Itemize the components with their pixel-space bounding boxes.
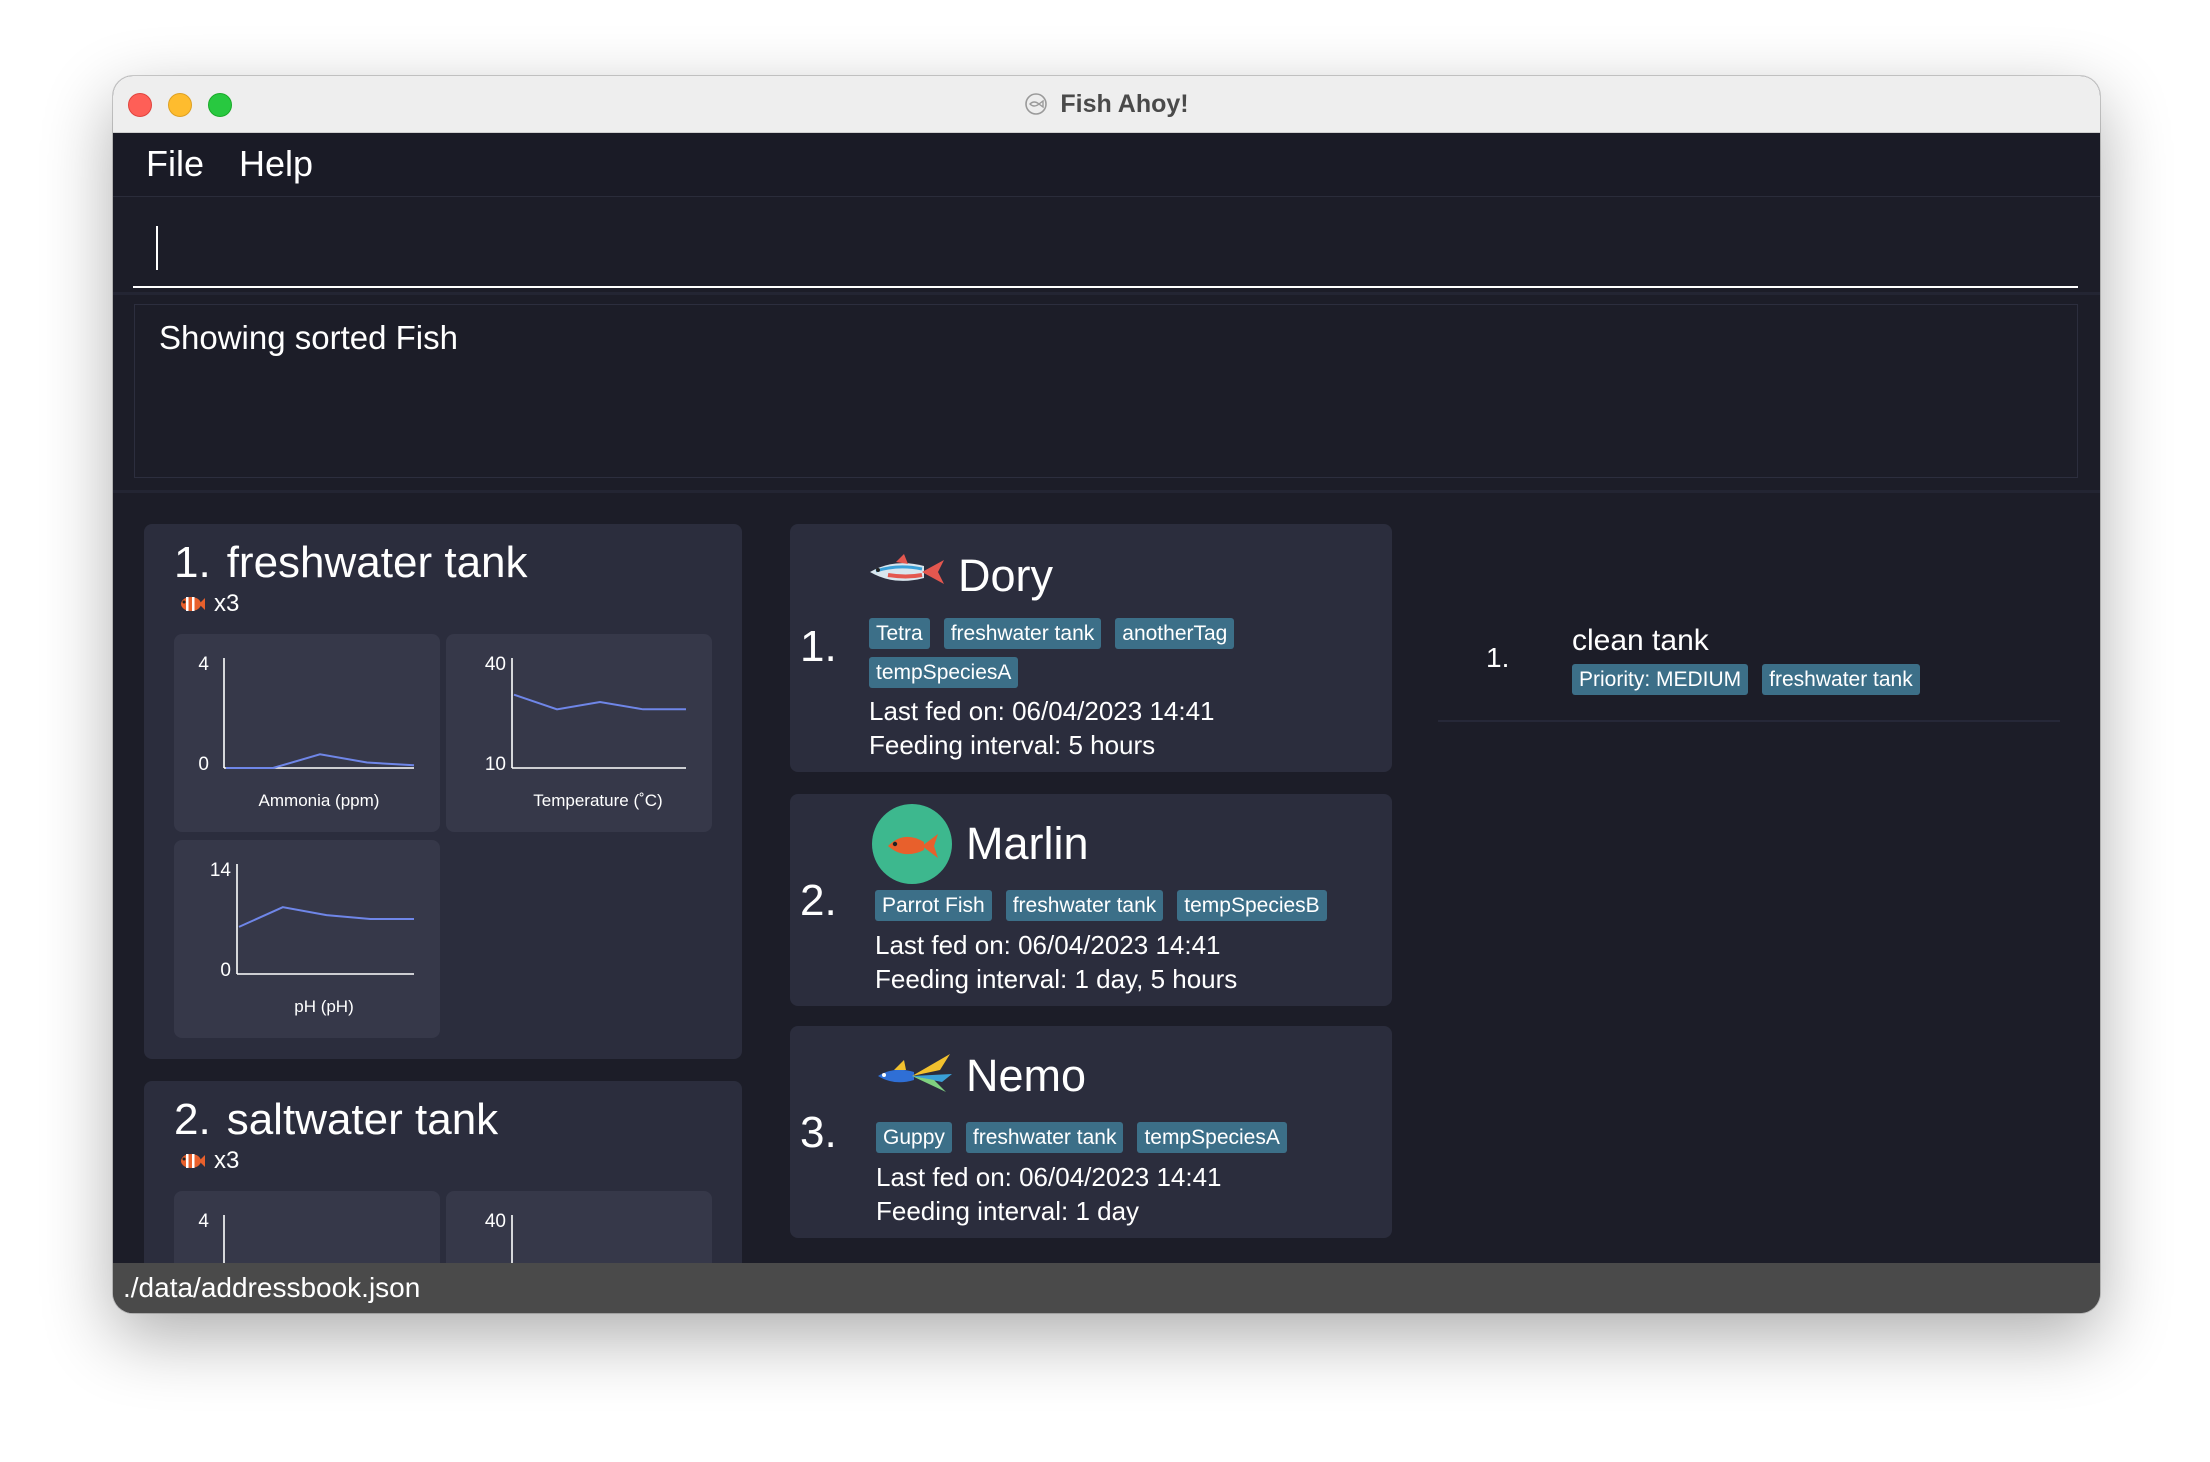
task-index: 1. <box>1486 642 1510 673</box>
app-window: Fish Ahoy! File Help Showing sorted Fish… <box>113 76 2100 1313</box>
data-file-path: ./data/addressbook.json <box>123 1272 421 1303</box>
tank-index: 1. <box>174 538 211 587</box>
tetra-fish-icon <box>870 554 944 584</box>
fish-card[interactable]: 3. Nemo Guppy freshwater tank tempSpecie… <box>790 1026 1392 1238</box>
temperature-chart: 40 10 Temperature (˚C) <box>446 634 712 832</box>
menu-file[interactable]: File <box>146 141 204 187</box>
tank-card[interactable]: 1. freshwater tank x3 4 0 Ammonia (ppm) … <box>144 524 742 1059</box>
command-box[interactable] <box>133 214 2078 288</box>
window-title-text: Fish Ahoy! <box>1060 89 1189 118</box>
task-tags: Priority: MEDIUM freshwater tank <box>1572 664 1920 695</box>
fish-name: Marlin <box>966 818 1089 869</box>
ammonia-chart: 4 0 Ammonia (ppm) <box>174 634 440 832</box>
temperature-chart-svg: 40 10 Temperature (˚C) <box>485 654 686 810</box>
guppy-fish-icon <box>878 1054 952 1092</box>
task-list-panel[interactable]: 1. clean tank Priority: MEDIUM freshwate… <box>1438 524 2078 1313</box>
fish-last-fed: Last fed on: 06/04/2023 14:41 <box>869 696 1215 726</box>
tank-title: 2. saltwater tank <box>174 1095 498 1145</box>
app-fish-icon <box>1025 93 1048 115</box>
chart-label: Temperature (˚C) <box>533 791 662 810</box>
y-max-tick: 40 <box>485 1211 506 1232</box>
fish-name: Dory <box>958 550 1054 601</box>
ph-chart-svg: 14 0 pH (pH) <box>210 860 414 1016</box>
menu-help[interactable]: Help <box>239 141 313 187</box>
fish-card[interactable]: 2. Marlin Parrot Fish freshwater tank te… <box>790 794 1392 1006</box>
tank-count-text: x3 <box>214 590 240 617</box>
title-bar: Fish Ahoy! <box>113 76 2100 133</box>
y-max-tick: 4 <box>198 654 209 675</box>
tank-name: saltwater tank <box>226 1095 499 1144</box>
y-min-tick: 0 <box>220 960 231 981</box>
fish-tags: Parrot Fish freshwater tank tempSpeciesB <box>875 890 1375 921</box>
y-max-tick: 40 <box>485 654 506 675</box>
tank-count-text: x3 <box>214 1147 240 1174</box>
fish-feeding-interval: Feeding interval: 1 day <box>876 1196 1140 1226</box>
y-min-tick: 0 <box>198 754 209 775</box>
fish-last-fed: Last fed on: 06/04/2023 14:41 <box>875 930 1221 960</box>
fish-tag: tempSpeciesA <box>1137 1122 1287 1153</box>
tank-fish-count: x3 <box>178 590 239 618</box>
tank-index: 2. <box>174 1095 211 1144</box>
fish-feeding-interval: Feeding interval: 1 day, 5 hours <box>875 964 1238 994</box>
tank-fish-count: x3 <box>178 1147 239 1175</box>
fish-tag: freshwater tank <box>1005 890 1164 921</box>
y-max-tick: 14 <box>210 860 232 881</box>
fish-tags: Tetra freshwater tank anotherTag tempSpe… <box>869 618 1369 688</box>
fish-tags: Guppy freshwater tank tempSpeciesA <box>876 1122 1376 1153</box>
fish-last-fed: Last fed on: 06/04/2023 14:41 <box>876 1162 1222 1192</box>
divider <box>113 292 2100 295</box>
fish-name: Nemo <box>966 1050 1087 1101</box>
fish-tag: freshwater tank <box>965 1122 1124 1153</box>
y-min-tick: 10 <box>485 754 506 775</box>
fish-tag: freshwater tank <box>943 618 1102 649</box>
fish-card[interactable]: 1. Dory Tetra freshwater tank anotherTag… <box>790 524 1392 772</box>
result-display: Showing sorted Fish <box>134 304 2078 478</box>
ph-series-line <box>238 906 414 928</box>
clownfish-icon <box>181 1154 205 1168</box>
y-max-tick: 4 <box>198 1211 209 1232</box>
fish-feeding-interval: Feeding interval: 5 hours <box>869 730 1156 760</box>
chart-label: Ammonia (ppm) <box>259 791 380 810</box>
fish-tag: tempSpeciesB <box>1177 890 1327 921</box>
fish-tag: tempSpeciesA <box>869 657 1019 688</box>
fish-tag: Tetra <box>869 618 930 649</box>
menu-bar: File Help <box>113 133 2100 197</box>
task-tank-tag: freshwater tank <box>1762 664 1920 695</box>
window-title: Fish Ahoy! <box>113 76 2100 132</box>
parrot-fish-icon <box>872 804 952 884</box>
chart-label: pH (pH) <box>294 997 354 1016</box>
text-caret <box>156 226 158 270</box>
tank-name: freshwater tank <box>226 538 528 587</box>
ammonia-chart-svg: 4 0 Ammonia (ppm) <box>198 654 415 810</box>
fish-tag: Parrot Fish <box>875 890 992 921</box>
fish-tag: anotherTag <box>1115 618 1235 649</box>
tank-list-panel[interactable]: 1. freshwater tank x3 4 0 Ammonia (ppm) … <box>144 524 742 1313</box>
ph-chart: 14 0 pH (pH) <box>174 840 440 1038</box>
result-message: Showing sorted Fish <box>159 319 458 356</box>
tank-title: 1. freshwater tank <box>174 538 528 588</box>
temperature-series-line <box>513 693 686 711</box>
task-divider <box>1438 720 2060 722</box>
fish-index: 3. <box>800 1108 837 1157</box>
fish-list-panel[interactable]: 1. Dory Tetra freshwater tank anotherTag… <box>790 524 1392 1313</box>
fish-tag: Guppy <box>876 1122 952 1153</box>
command-input[interactable] <box>163 218 2067 280</box>
task-priority-tag: Priority: MEDIUM <box>1572 664 1749 695</box>
divider <box>113 490 2100 493</box>
fish-index: 2. <box>800 876 837 925</box>
ammonia-series-line <box>226 753 415 769</box>
status-bar: ./data/addressbook.json <box>113 1263 2100 1313</box>
task-name: clean tank <box>1572 624 1709 657</box>
fish-index: 1. <box>800 622 837 671</box>
clownfish-icon <box>181 597 205 611</box>
